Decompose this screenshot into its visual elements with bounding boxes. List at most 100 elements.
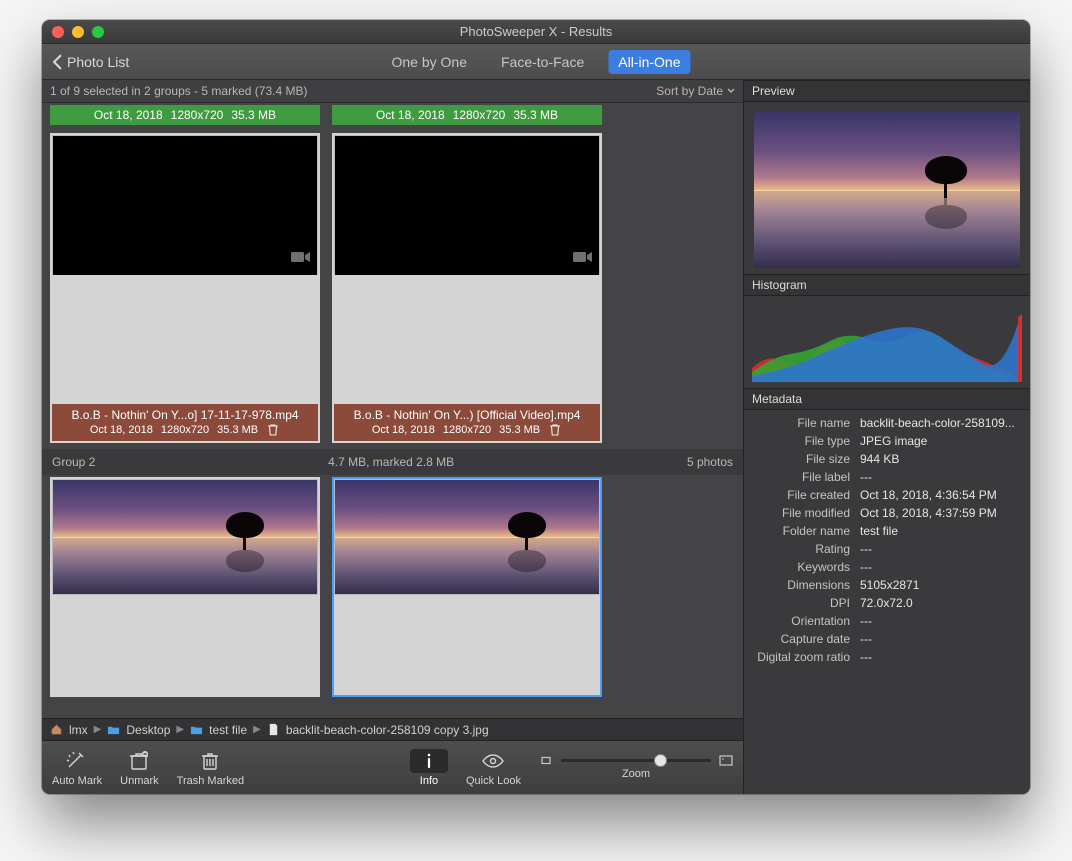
metadata-key: File label: [750, 470, 860, 484]
card-padding: [52, 275, 318, 404]
view-mode-segmented: One by One Face-to-Face All-in-One: [382, 50, 691, 74]
path-segment-file[interactable]: backlit-beach-color-258109 copy 3.jpg: [286, 723, 489, 737]
preview-image[interactable]: [754, 112, 1020, 268]
cap-date: Oct 18, 2018: [372, 424, 435, 436]
metadata-value: JPEG image: [860, 434, 1020, 448]
metadata-value: Oct 18, 2018, 4:36:54 PM: [860, 488, 1020, 502]
app-window: PhotoSweeper X - Results Photo List One …: [42, 20, 1030, 794]
path-separator: ▶: [94, 724, 102, 735]
segment-one-by-one[interactable]: One by One: [382, 50, 478, 74]
metadata-key: Folder name: [750, 524, 860, 538]
unmark-button[interactable]: Unmark: [120, 749, 159, 787]
zoom-small-icon: [539, 755, 553, 766]
segment-face-to-face[interactable]: Face-to-Face: [491, 50, 594, 74]
result-card[interactable]: B.o.B - Nothin' On Y...) [Official Video…: [332, 133, 602, 443]
zoom-slider-knob[interactable]: [654, 754, 667, 767]
path-segment[interactable]: lmx: [69, 723, 88, 737]
metadata-row: Capture date---: [744, 630, 1030, 648]
group-summary: 4.7 MB, marked 2.8 MB: [95, 455, 687, 469]
metadata-key: File size: [750, 452, 860, 466]
group-label: Group 2: [52, 455, 95, 469]
main-column: 1 of 9 selected in 2 groups - 5 marked (…: [42, 80, 743, 794]
path-separator: ▶: [253, 724, 261, 735]
home-icon: [50, 723, 63, 736]
metadata-value: ---: [860, 542, 1020, 556]
metadata-row: File label---: [744, 468, 1030, 486]
metadata-key: File created: [750, 488, 860, 502]
metadata-value: 944 KB: [860, 452, 1020, 466]
unmark-icon: [126, 750, 152, 772]
metadata-header: Metadata: [744, 388, 1030, 410]
metadata-row: Dimensions5105x2871: [744, 576, 1030, 594]
preview-box: [744, 102, 1030, 274]
result-card[interactable]: [50, 477, 320, 697]
photo-thumbnail: [334, 479, 600, 595]
path-separator: ▶: [176, 724, 184, 735]
path-segment[interactable]: test file: [209, 723, 247, 737]
back-label: Photo List: [67, 54, 129, 70]
metadata-row: Keywords---: [744, 558, 1030, 576]
zoom-slider[interactable]: [561, 759, 711, 762]
quick-look-button[interactable]: Quick Look: [466, 749, 521, 787]
metadata-value: 5105x2871: [860, 578, 1020, 592]
metadata-key: Orientation: [750, 614, 860, 628]
back-to-photo-list[interactable]: Photo List: [52, 54, 129, 70]
file-caption: Oct 18, 2018 1280x720 35.3 MB: [50, 105, 320, 125]
button-label: Unmark: [120, 775, 159, 787]
metadata-value: backlit-beach-color-258109...: [860, 416, 1020, 430]
trash-marked-button[interactable]: Trash Marked: [177, 749, 244, 787]
metadata-row: File createdOct 18, 2018, 4:36:54 PM: [744, 486, 1030, 504]
metadata-key: File modified: [750, 506, 860, 520]
histogram: [744, 296, 1030, 388]
cap-size: 35.3 MB: [499, 424, 540, 436]
metadata-key: Capture date: [750, 632, 860, 646]
metadata-value: ---: [860, 470, 1020, 484]
marked-caption: B.o.B - Nothin' On Y...o] 17-11-17-978.m…: [52, 404, 318, 441]
segment-all-in-one[interactable]: All-in-One: [608, 50, 690, 74]
chevron-down-icon: [727, 87, 735, 95]
metadata-key: File name: [750, 416, 860, 430]
card-padding: [334, 595, 600, 695]
result-card[interactable]: B.o.B - Nothin' On Y...o] 17-11-17-978.m…: [50, 133, 320, 443]
metadata-row: File size944 KB: [744, 450, 1030, 468]
metadata-row: Rating---: [744, 540, 1030, 558]
group2-row: [42, 475, 743, 703]
info-button[interactable]: Info: [410, 749, 448, 787]
folder-icon: [107, 723, 120, 736]
button-label: Trash Marked: [177, 775, 244, 787]
cap-size: 35.3 MB: [513, 108, 558, 122]
cap-dims: 1280x720: [171, 108, 224, 122]
metadata-value: 72.0x72.0: [860, 596, 1020, 610]
metadata-row: Digital zoom ratio---: [744, 648, 1030, 666]
zoom-label: Zoom: [622, 768, 650, 780]
histogram-header: Histogram: [744, 274, 1030, 296]
wand-icon: [64, 750, 90, 772]
results-scroll[interactable]: Oct 18, 2018 1280x720 35.3 MB Oct 18, 20…: [42, 103, 743, 718]
result-card-selected[interactable]: [332, 477, 602, 697]
sort-label: Sort by Date: [656, 84, 723, 98]
sort-menu[interactable]: Sort by Date: [656, 84, 735, 98]
cap-dims: 1280x720: [443, 424, 491, 436]
card-padding: [52, 595, 318, 695]
window-title: PhotoSweeper X - Results: [42, 24, 1030, 39]
metadata-key: Digital zoom ratio: [750, 650, 860, 664]
toolbar: Photo List One by One Face-to-Face All-i…: [42, 44, 1030, 80]
status-strip: 1 of 9 selected in 2 groups - 5 marked (…: [42, 80, 743, 103]
auto-mark-button[interactable]: Auto Mark: [52, 749, 102, 787]
marked-caption: B.o.B - Nothin' On Y...) [Official Video…: [334, 404, 600, 441]
trash-icon: [548, 423, 562, 437]
folder-icon: [190, 723, 203, 736]
path-segment[interactable]: Desktop: [126, 723, 170, 737]
video-thumbnail: [52, 135, 318, 275]
path-bar: lmx ▶ Desktop ▶ test file ▶ backlit-beac…: [42, 718, 743, 740]
metadata-key: Keywords: [750, 560, 860, 574]
metadata-row: File typeJPEG image: [744, 432, 1030, 450]
titlebar: PhotoSweeper X - Results: [42, 20, 1030, 44]
bottom-toolbar: Auto Mark Unmark Trash Marked Info: [42, 740, 743, 794]
button-label: Info: [420, 775, 438, 787]
metadata-list[interactable]: File namebacklit-beach-color-258109... F…: [744, 410, 1030, 794]
cap-date: Oct 18, 2018: [376, 108, 445, 122]
video-thumbnail: [334, 135, 600, 275]
file-name: B.o.B - Nothin' On Y...o] 17-11-17-978.m…: [71, 408, 298, 422]
cap-date: Oct 18, 2018: [94, 108, 163, 122]
